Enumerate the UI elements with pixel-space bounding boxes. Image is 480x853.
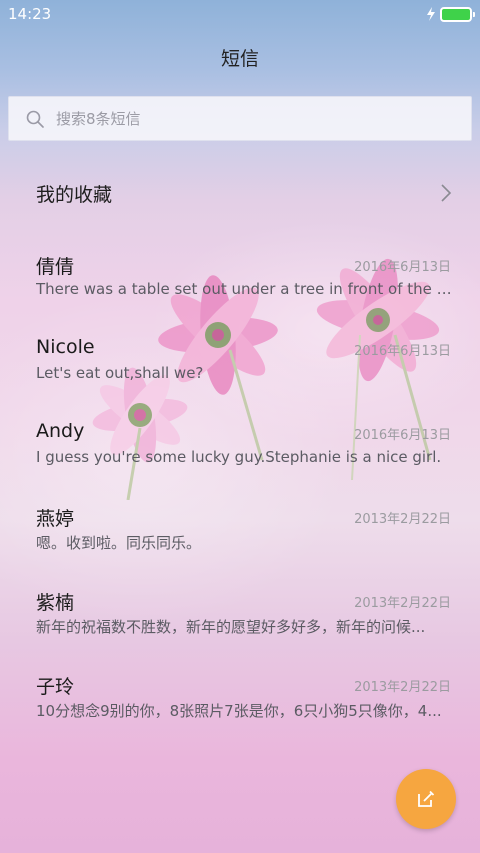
conversation-item[interactable]: 子玲 2013年2月22日 10分想念9别的你，8张照片7张是你，6只小狗5只像…: [0, 672, 480, 742]
contact-name: Andy: [36, 420, 85, 442]
message-preview: There was a table set out under a tree i…: [36, 280, 452, 298]
message-date: 2013年2月22日: [354, 596, 451, 611]
status-icons: [426, 6, 475, 22]
contact-name: 紫楠: [36, 592, 75, 614]
message-preview: Let's eat out,shall we?: [36, 364, 204, 382]
message-preview: 嗯。收到啦。同乐同乐。: [36, 534, 202, 552]
message-preview: 新年的祝福数不胜数，新年的愿望好多好多，新年的问候...: [36, 618, 426, 636]
message-preview: 10分想念9别的你，8张照片7张是你，6只小狗5只像你，4...: [36, 702, 442, 720]
conversation-item[interactable]: 倩倩 2016年6月13日 There was a table set out …: [0, 252, 480, 322]
conversation-item[interactable]: 燕婷 2013年2月22日 嗯。收到啦。同乐同乐。: [0, 504, 480, 574]
conversation-item[interactable]: Nicole 2016年6月13日 Let's eat out,shall we…: [0, 336, 480, 406]
compose-button[interactable]: [396, 769, 456, 829]
chevron-right-icon: [441, 184, 452, 202]
search-input[interactable]: 搜索8条短信: [56, 108, 141, 129]
favorites-row[interactable]: 我的收藏: [0, 162, 480, 224]
message-date: 2013年2月22日: [354, 512, 451, 527]
compose-icon: [418, 790, 435, 807]
battery-icon: [440, 6, 475, 22]
charging-icon: [427, 7, 435, 21]
conversation-item[interactable]: Andy 2016年6月13日 I guess you're some luck…: [0, 420, 480, 490]
conversation-item[interactable]: 紫楠 2013年2月22日 新年的祝福数不胜数，新年的愿望好多好多，新年的问候.…: [0, 588, 480, 658]
contact-name: 燕婷: [36, 508, 75, 530]
page-title: 短信: [220, 48, 259, 70]
contact-name: Nicole: [36, 336, 95, 358]
favorites-label: 我的收藏: [36, 183, 113, 206]
contact-name: 倩倩: [36, 256, 75, 278]
message-date: 2016年6月13日: [354, 260, 451, 275]
status-time: 14:23: [8, 5, 52, 23]
message-date: 2016年6月13日: [354, 344, 451, 359]
message-date: 2013年2月22日: [354, 680, 451, 695]
search-icon: [26, 110, 44, 128]
contact-name: 子玲: [36, 676, 75, 698]
status-bar: 14:23: [0, 0, 480, 28]
search-bar[interactable]: 搜索8条短信: [8, 96, 472, 141]
message-preview: I guess you're some lucky guy.Stephanie …: [36, 448, 442, 466]
message-date: 2016年6月13日: [354, 428, 451, 443]
